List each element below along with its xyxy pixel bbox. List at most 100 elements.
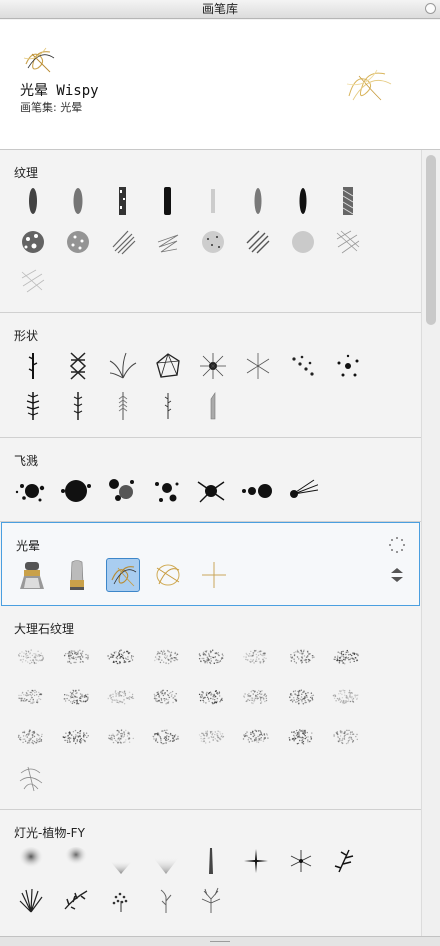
- brush-thumb-marble-16[interactable]: [329, 680, 363, 714]
- brush-category-shapes[interactable]: 形状: [0, 313, 421, 438]
- up-down-arrows-icon[interactable]: [388, 566, 406, 584]
- category-title: 形状: [14, 329, 39, 343]
- brush-thumb-marble-11[interactable]: [104, 680, 138, 714]
- brush-thumb-marble-10[interactable]: [59, 680, 93, 714]
- brush-thumb-marble-02[interactable]: [59, 640, 93, 674]
- brush-thumb-faint-pencil[interactable]: [196, 184, 230, 218]
- brush-thumb-light-beam[interactable]: [194, 844, 228, 878]
- brush-thumb-dots[interactable]: [286, 349, 320, 383]
- brush-thumb-marble-13[interactable]: [194, 680, 228, 714]
- brush-thumb-marble-01[interactable]: [14, 640, 48, 674]
- brush-thumb-noise[interactable]: [286, 225, 320, 259]
- brush-thumb-feather[interactable]: [106, 389, 140, 423]
- brush-thumb-wide-cone-light[interactable]: [149, 844, 183, 878]
- brush-thumb-vine[interactable]: [16, 349, 50, 383]
- brush-thumb-scatter-dots[interactable]: [331, 349, 365, 383]
- brush-thumb-marble-20[interactable]: [149, 720, 183, 754]
- brush-thumb-pen-nib[interactable]: [196, 389, 230, 423]
- brush-thumb-marble-vein[interactable]: [14, 761, 48, 795]
- brush-thumb-soft-light[interactable]: [59, 844, 93, 878]
- brush-thumb-light-crosshatch[interactable]: [16, 264, 50, 298]
- brush-thumb-marble-03[interactable]: [104, 640, 138, 674]
- brush-thumb-marble-23[interactable]: [284, 720, 318, 754]
- brush-thumb-marble-15[interactable]: [284, 680, 318, 714]
- brush-thumb-sparkle-cross[interactable]: [197, 558, 231, 592]
- brush-thumb-soft-graphite[interactable]: [61, 184, 95, 218]
- brush-thumb-crosshatch[interactable]: [331, 184, 365, 218]
- brush-thumb-flare[interactable]: [284, 844, 318, 878]
- brush-thumb-marble-08[interactable]: [329, 640, 363, 674]
- brush-thumb-marble-22[interactable]: [239, 720, 273, 754]
- brush-thumb-blob-splat[interactable]: [59, 474, 93, 508]
- brush-thumb-wispy[interactable]: [106, 558, 140, 592]
- brush-thumb-hard-marker[interactable]: [151, 184, 185, 218]
- brush-thumb-grass-blades[interactable]: [106, 349, 140, 383]
- brush-category-splatter[interactable]: 飞溅: [0, 438, 421, 522]
- brush-thumb-fern-leaf[interactable]: [61, 389, 95, 423]
- brush-thumb-marble-18[interactable]: [59, 720, 93, 754]
- brush-thumb-ink-splat[interactable]: [14, 474, 48, 508]
- grip-icon[interactable]: [210, 941, 230, 944]
- brush-thumb-starburst[interactable]: [196, 349, 230, 383]
- brush-thumb-spray-splat[interactable]: [149, 474, 183, 508]
- window-close-button[interactable]: [425, 3, 436, 14]
- brush-thumb-marble-21[interactable]: [194, 720, 228, 754]
- brush-thumb-speckle[interactable]: [196, 225, 230, 259]
- brush-thumb-pine-branch[interactable]: [16, 389, 50, 423]
- brush-thumb-spotlight[interactable]: [14, 844, 48, 878]
- brush-thumb-circles[interactable]: [239, 474, 273, 508]
- brush-thumb-marble-09[interactable]: [14, 680, 48, 714]
- vertical-scrollbar[interactable]: [421, 150, 440, 936]
- brush-thumb-diagonal-hatch[interactable]: [241, 225, 275, 259]
- brush-thumb-marble-12[interactable]: [149, 680, 183, 714]
- brush-thumb-golden-marker[interactable]: [15, 558, 49, 592]
- brush-thumb-soft-charcoal[interactable]: [241, 184, 275, 218]
- brush-thumb-marble-04[interactable]: [149, 640, 183, 674]
- scrollbar-thumb[interactable]: [426, 155, 436, 325]
- brush-thumb-splatter-texture[interactable]: [16, 225, 50, 259]
- brush-thumb-drip-splat[interactable]: [104, 474, 138, 508]
- brush-thumb-soft-pencil[interactable]: [16, 184, 50, 218]
- brush-name: 光晕 Wispy: [20, 83, 99, 99]
- brush-library-list[interactable]: 纹理 形状 飞溅 光晕 大理石纹理 灯光-植物-FY: [0, 150, 421, 936]
- brush-thumb-leaf-sprig[interactable]: [329, 844, 363, 878]
- brush-category-texture[interactable]: 纹理: [0, 150, 421, 313]
- wispy-brush-preview-icon: [23, 47, 55, 73]
- brush-thumb-bush[interactable]: [104, 883, 138, 917]
- brush-thumb-marble-14[interactable]: [239, 680, 273, 714]
- category-title: 纹理: [14, 166, 39, 180]
- brush-thumb-swirl[interactable]: [151, 558, 185, 592]
- brush-thumb-tree-branch[interactable]: [194, 883, 228, 917]
- brush-thumb-grass-clump[interactable]: [14, 883, 48, 917]
- brush-category-light-plants[interactable]: 灯光-植物-FY: [0, 810, 421, 936]
- brush-thumb-grain-texture[interactable]: [61, 225, 95, 259]
- brush-stroke-preview: [346, 69, 392, 101]
- brush-thumb-polygon-web[interactable]: [151, 349, 185, 383]
- brush-thumb-cone-light[interactable]: [104, 844, 138, 878]
- brush-thumb-spark[interactable]: [241, 349, 275, 383]
- brush-category-glow[interactable]: 光晕: [1, 522, 420, 606]
- brush-thumb-scribble[interactable]: [151, 225, 185, 259]
- brush-thumb-marble-19[interactable]: [104, 720, 138, 754]
- brush-category-marble-texture[interactable]: 大理石纹理: [0, 606, 421, 810]
- brush-thumb-star-glint[interactable]: [239, 844, 273, 878]
- brush-thumb-marble-05[interactable]: [194, 640, 228, 674]
- brush-thumb-crosshatch-grid[interactable]: [331, 225, 365, 259]
- brush-thumb-marble-06[interactable]: [239, 640, 273, 674]
- brush-thumb-marble-17[interactable]: [14, 720, 48, 754]
- brush-thumb-foliage[interactable]: [59, 883, 93, 917]
- brush-thumb-ink-marker[interactable]: [286, 184, 320, 218]
- brush-thumb-hatch-lines[interactable]: [106, 225, 140, 259]
- brush-thumb-rough-chalk[interactable]: [106, 184, 140, 218]
- brush-thumb-golden-pen[interactable]: [60, 558, 94, 592]
- loading-dots-icon[interactable]: [388, 536, 406, 554]
- brush-thumb-lattice[interactable]: [61, 349, 95, 383]
- brush-thumb-twig-plant[interactable]: [149, 883, 183, 917]
- brush-thumb-twig[interactable]: [151, 389, 185, 423]
- brush-thumb-marble-24[interactable]: [329, 720, 363, 754]
- window-titlebar[interactable]: 画笔库: [0, 0, 440, 19]
- brush-thumb-marble-07[interactable]: [284, 640, 318, 674]
- resize-handle[interactable]: [0, 936, 440, 946]
- brush-thumb-burst-splat[interactable]: [194, 474, 228, 508]
- brush-thumb-streak-splat[interactable]: [284, 474, 318, 508]
